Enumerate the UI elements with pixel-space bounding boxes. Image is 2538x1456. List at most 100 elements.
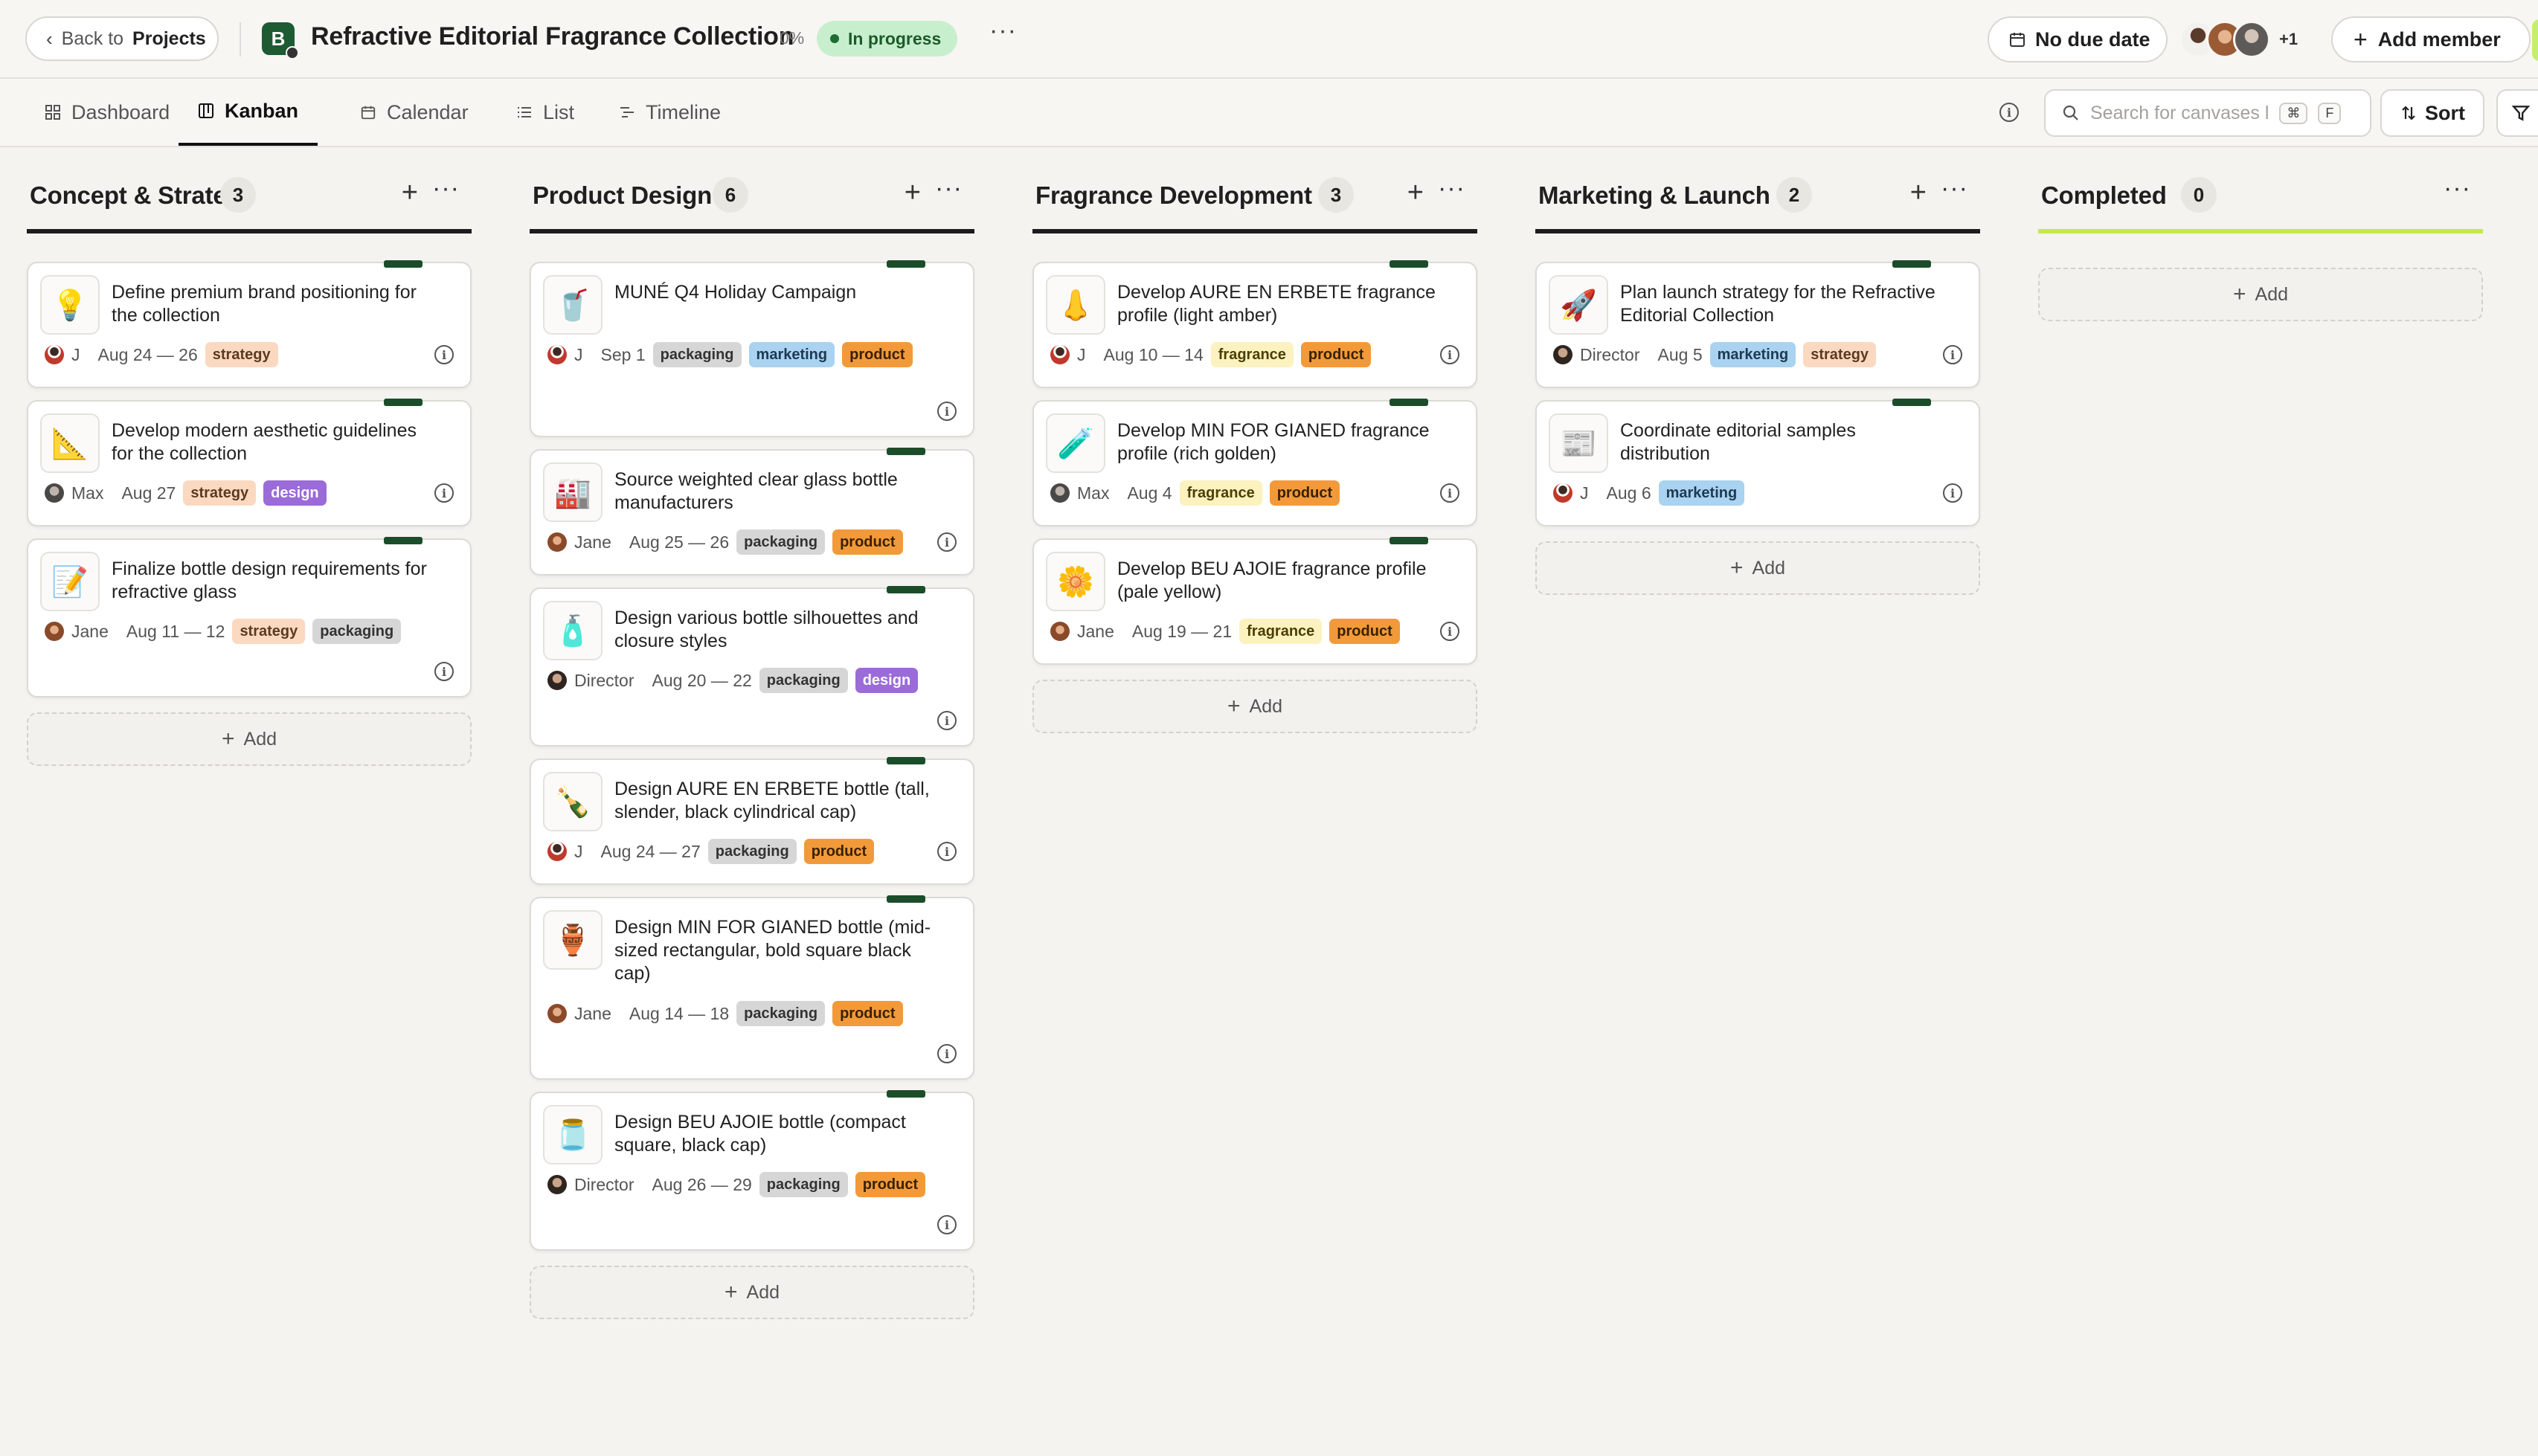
tag-product: product <box>832 1001 903 1026</box>
tab-dashboard[interactable]: Dashboard <box>45 79 170 146</box>
tab-list[interactable]: List <box>516 79 574 146</box>
add-card-button[interactable]: + Add <box>1032 680 1477 733</box>
extra-members-count[interactable]: +1 <box>2279 30 2298 49</box>
info-icon[interactable]: i <box>937 402 957 421</box>
card-accent-bar <box>1390 537 1428 544</box>
tab-kanban[interactable]: Kanban <box>179 79 318 146</box>
task-title[interactable]: MUNÉ Q4 Holiday Campaign <box>614 281 942 304</box>
task-title[interactable]: Design BEU AJOIE bottle (compact square,… <box>614 1111 942 1157</box>
add-card-plus-icon[interactable]: + <box>402 177 418 209</box>
task-card[interactable]: 📝 Finalize bottle design requirements for… <box>27 537 472 698</box>
task-title[interactable]: Source weighted clear glass bottle manuf… <box>614 468 942 515</box>
info-icon[interactable]: i <box>1440 622 1459 641</box>
column-more-icon[interactable]: ··· <box>2444 174 2471 203</box>
assignee-name: Max <box>1077 483 1110 503</box>
filter-button[interactable] <box>2496 89 2538 137</box>
info-icon[interactable]: i <box>434 483 454 503</box>
task-card[interactable]: 💡 Define premium brand positioning for th… <box>27 260 472 388</box>
info-icon[interactable]: i <box>1999 103 2019 122</box>
column-count-badge: 3 <box>220 177 256 213</box>
task-title[interactable]: Develop modern aesthetic guidelines for … <box>112 419 439 466</box>
task-card[interactable]: 🏭 Source weighted clear glass bottle manu… <box>530 448 974 576</box>
due-date-button[interactable]: No due date <box>1988 16 2168 62</box>
task-date: Aug 24 — 27 <box>600 841 701 861</box>
task-title[interactable]: Develop MIN FOR GIANED fragrance profile… <box>1117 419 1445 466</box>
info-icon[interactable]: i <box>434 345 454 364</box>
plus-icon: + <box>1729 555 1744 580</box>
card-accent-bar <box>887 586 925 593</box>
tag-fragrance: fragrance <box>1239 619 1323 644</box>
task-card[interactable]: 👃 Develop AURE EN ERBETE fragrance profil… <box>1032 260 1477 388</box>
task-meta: Director Aug 20 — 22 packaging design <box>547 666 919 695</box>
project-logo-letter: B <box>271 27 286 50</box>
add-card-plus-icon[interactable]: + <box>905 177 921 209</box>
task-title[interactable]: Plan launch strategy for the Refractive … <box>1620 281 1947 327</box>
info-icon[interactable]: i <box>1943 345 1962 364</box>
column-more-icon[interactable]: ··· <box>1941 174 1968 203</box>
column-more-icon[interactable]: ··· <box>935 174 963 203</box>
tag-product: product <box>832 529 903 555</box>
info-icon[interactable]: i <box>937 842 957 861</box>
column-more-icon[interactable]: ··· <box>432 174 460 203</box>
add-card-plus-icon[interactable]: + <box>1407 177 1424 209</box>
info-icon[interactable]: i <box>1440 483 1459 503</box>
task-card[interactable]: 🏺 Design MIN FOR GIANED bottle (mid-sized… <box>530 895 974 1080</box>
task-card[interactable]: 🍾 Design AURE EN ERBETE bottle (tall, sle… <box>530 757 974 885</box>
task-date: Aug 20 — 22 <box>652 670 752 690</box>
task-card[interactable]: 🥤 MUNÉ Q4 Holiday Campaign J Sep 1 packaging… <box>530 260 974 437</box>
avatar[interactable] <box>2233 21 2270 58</box>
project-title[interactable]: Refractive Editorial Fragrance Collectio… <box>311 22 794 51</box>
task-emoji-icon: 📰 <box>1549 413 1608 473</box>
tag-product: product <box>803 839 875 864</box>
back-to-projects-button[interactable]: ‹ Back to Projects <box>25 16 219 61</box>
status-badge[interactable]: In progress <box>817 21 958 57</box>
add-card-button[interactable]: + Add <box>2038 268 2483 321</box>
add-card-button[interactable]: + Add <box>530 1266 974 1319</box>
task-card[interactable]: 🌼 Develop BEU AJOIE fragrance profile (pa… <box>1032 537 1477 665</box>
task-title[interactable]: Develop AURE EN ERBETE fragrance profile… <box>1117 281 1445 327</box>
task-title[interactable]: Define premium brand positioning for the… <box>112 281 439 327</box>
card-accent-bar <box>384 260 423 268</box>
share-button[interactable] <box>2532 19 2538 61</box>
card-accent-bar <box>1390 260 1428 268</box>
task-title[interactable]: Finalize bottle design requirements for … <box>112 558 439 604</box>
task-card[interactable]: 📰 Coordinate editorial samples distributi… <box>1535 399 1980 526</box>
info-icon[interactable]: i <box>1440 345 1459 364</box>
tab-calendar[interactable]: Calendar <box>360 79 469 146</box>
task-title[interactable]: Design various bottle silhouettes and cl… <box>614 607 942 653</box>
task-card[interactable]: 🧪 Develop MIN FOR GIANED fragrance profil… <box>1032 399 1477 526</box>
sort-icon <box>2402 106 2415 120</box>
assignee-name: J <box>1580 483 1589 503</box>
task-title[interactable]: Design MIN FOR GIANED bottle (mid-sized … <box>614 916 942 985</box>
add-label: Add <box>2255 283 2288 305</box>
add-card-button[interactable]: + Add <box>1535 541 1980 595</box>
info-icon[interactable]: i <box>937 532 957 552</box>
info-icon[interactable]: i <box>937 1044 957 1063</box>
sort-button[interactable]: Sort <box>2380 89 2484 137</box>
task-date: Aug 27 <box>121 483 176 503</box>
add-card-plus-icon[interactable]: + <box>1910 177 1927 209</box>
task-title[interactable]: Coordinate editorial samples distributio… <box>1620 419 1947 466</box>
tab-timeline[interactable]: Timeline <box>619 79 721 146</box>
project-logo-icon: B <box>262 22 299 59</box>
info-icon[interactable]: i <box>434 662 454 681</box>
project-more-icon[interactable]: ··· <box>989 16 1017 45</box>
status-dot-icon <box>830 34 839 43</box>
task-card[interactable]: 📐 Develop modern aesthetic guidelines for… <box>27 399 472 526</box>
search-input[interactable]: Search for canvases l ⌘ F <box>2044 89 2371 137</box>
add-member-button[interactable]: + Add member <box>2331 16 2531 62</box>
info-icon[interactable]: i <box>937 711 957 730</box>
assignee-name: Jane <box>1077 621 1114 641</box>
task-title[interactable]: Design AURE EN ERBETE bottle (tall, slen… <box>614 778 942 824</box>
task-card[interactable]: 🧴 Design various bottle silhouettes and c… <box>530 586 974 747</box>
task-meta: Jane Aug 19 — 21 fragrance product <box>1050 617 1400 645</box>
task-card[interactable]: 🫙 Design BEU AJOIE bottle (compact square… <box>530 1090 974 1251</box>
column-more-icon[interactable]: ··· <box>1438 174 1465 203</box>
info-icon[interactable]: i <box>937 1215 957 1234</box>
assignee-avatar <box>547 345 567 364</box>
task-title[interactable]: Develop BEU AJOIE fragrance profile (pal… <box>1117 558 1445 604</box>
add-card-button[interactable]: + Add <box>27 712 472 766</box>
member-avatars[interactable]: +1 <box>2179 19 2298 59</box>
task-card[interactable]: 🚀 Plan launch strategy for the Refractive… <box>1535 260 1980 388</box>
info-icon[interactable]: i <box>1943 483 1962 503</box>
